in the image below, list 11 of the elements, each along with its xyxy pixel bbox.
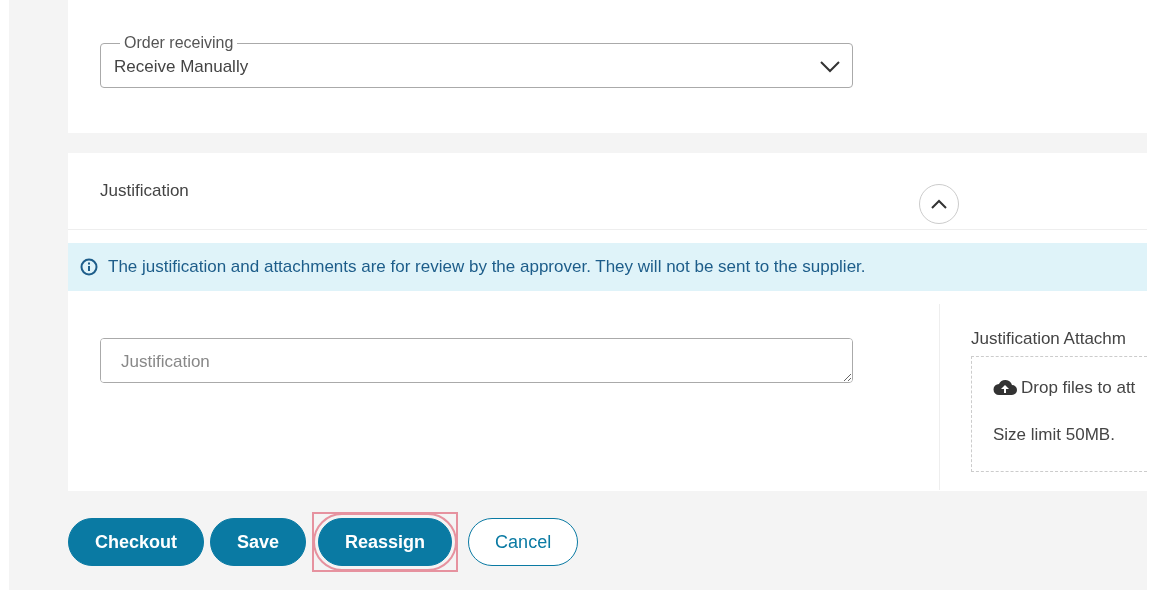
justification-field[interactable]: Justification (100, 338, 853, 383)
drop-files-text: Drop files to att (1021, 376, 1136, 399)
order-receiving-select[interactable]: Order receiving Receive Manually (100, 33, 853, 89)
file-drop-zone[interactable]: Drop files to att Size limit 50MB. (971, 355, 1147, 472)
info-text: The justification and attachments are for review by the approver. They will not be sent to the supplier. (108, 256, 866, 279)
action-button[interactable]: Checkout (68, 518, 204, 566)
attachments-label: Justification Attachm (971, 328, 1127, 350)
action-button[interactable]: Cancel (468, 518, 579, 566)
size-limit-text: Size limit 50MB. (993, 424, 1116, 446)
section-title: Justification (100, 180, 190, 203)
action-button[interactable]: Save (210, 518, 307, 566)
